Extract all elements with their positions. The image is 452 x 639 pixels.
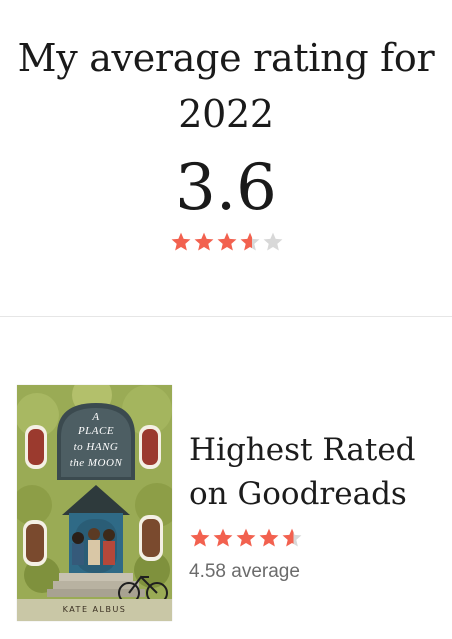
cover-title-line: PLACE — [77, 425, 115, 437]
book-rating-stars — [189, 527, 303, 549]
cover-author: KATE ALBUS — [62, 605, 127, 614]
star-icon — [171, 232, 191, 251]
average-rating-section: My average rating for 2022 3.6 — [0, 0, 452, 316]
cover-title-line: A — [92, 411, 100, 423]
average-rating-value: 3.6 — [175, 151, 277, 225]
star-icon — [263, 232, 283, 251]
cover-title-line: the MOON — [69, 457, 123, 469]
page-title-line1: My average rating for — [17, 36, 435, 80]
highest-rated-line2: on Goodreads — [189, 476, 407, 512]
star-icon — [259, 528, 279, 547]
star-icon — [213, 528, 233, 547]
book-average-rating: 4.58 average — [189, 561, 300, 582]
star-icon — [194, 232, 214, 251]
highest-rated-line1: Highest Rated — [189, 432, 416, 468]
page-title: My average rating for 2022 — [0, 30, 452, 142]
star-icon — [240, 232, 260, 251]
section-divider — [0, 316, 452, 317]
star-icon — [236, 528, 256, 547]
highest-rated-heading: Highest Rated on Goodreads — [189, 428, 449, 516]
book-cover-image[interactable]: A PLACE to HANG the MOON KATE ALBUS — [17, 385, 172, 621]
star-icon — [217, 232, 237, 251]
page-title-line2: 2022 — [178, 92, 274, 136]
star-icon — [190, 528, 210, 547]
star-icon — [282, 528, 302, 547]
average-rating-stars — [170, 231, 284, 253]
cover-title-line: to HANG — [73, 441, 119, 453]
